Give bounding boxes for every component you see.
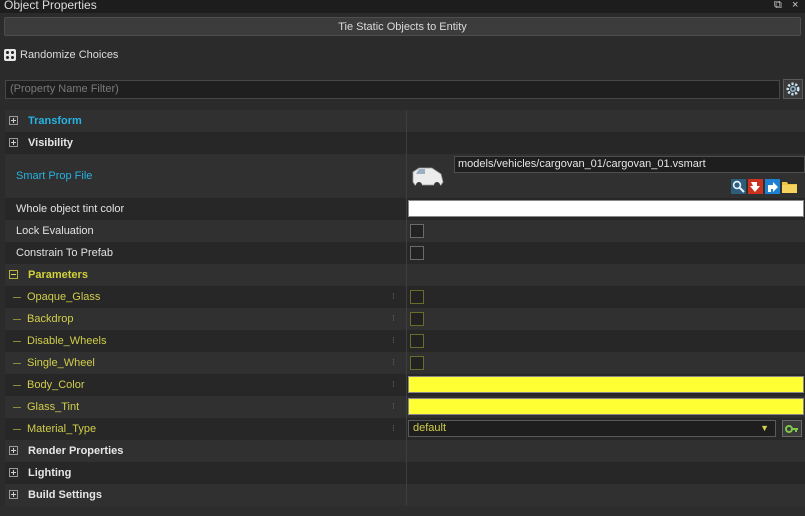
category-label: Parameters xyxy=(28,269,88,281)
category-transform[interactable]: Transform xyxy=(5,110,805,132)
param-row-glass-tint: Glass_Tint ⁝ xyxy=(5,396,805,418)
constrain-prefab-checkbox[interactable] xyxy=(410,246,424,260)
param-label: Backdrop xyxy=(27,313,74,325)
category-label: Transform xyxy=(28,115,82,127)
smart-prop-file-field[interactable]: models/vehicles/cargovan_01/cargovan_01.… xyxy=(454,156,805,173)
property-label: Smart Prop File xyxy=(16,170,93,182)
folder-icon[interactable] xyxy=(782,179,797,194)
param-label: Body_Color xyxy=(27,379,85,391)
param-label: Glass_Tint xyxy=(27,401,80,413)
import-icon[interactable] xyxy=(748,179,763,194)
material-type-value: default xyxy=(413,422,447,434)
dice-icon xyxy=(4,49,16,61)
category-visibility[interactable]: Visibility xyxy=(5,132,805,154)
link-icon[interactable]: ⁝ xyxy=(392,313,397,324)
bottom-strip xyxy=(0,506,805,516)
param-label: Disable_Wheels xyxy=(27,335,107,347)
category-lighting[interactable]: Lighting xyxy=(5,462,805,484)
opaque-glass-checkbox[interactable] xyxy=(410,290,424,304)
vehicle-preview-icon xyxy=(412,167,444,188)
close-icon[interactable]: × xyxy=(792,0,798,12)
glass-tint-swatch[interactable] xyxy=(408,398,804,415)
category-label: Render Properties xyxy=(28,445,124,457)
category-parameters[interactable]: Parameters xyxy=(5,264,805,286)
param-label: Material_Type xyxy=(27,423,97,435)
tree-branch xyxy=(13,297,21,298)
tree-branch xyxy=(13,319,21,320)
link-icon[interactable]: ⁝ xyxy=(392,357,397,368)
tree-branch xyxy=(13,363,21,364)
column-divider[interactable] xyxy=(406,110,407,506)
window-titlebar: Object Properties ⧉ × xyxy=(0,0,805,13)
property-row-constrain-prefab: Constrain To Prefab xyxy=(5,242,805,264)
tree-branch xyxy=(13,407,21,408)
chevron-down-icon: ▼ xyxy=(760,423,769,433)
param-row-opaque-glass: Opaque_Glass ⁝ xyxy=(5,286,805,308)
param-row-single-wheel: Single_Wheel ⁝ xyxy=(5,352,805,374)
export-icon[interactable] xyxy=(765,179,780,194)
param-row-disable-wheels: Disable_Wheels ⁝ xyxy=(5,330,805,352)
param-label: Single_Wheel xyxy=(27,357,95,369)
link-icon[interactable]: ⁝ xyxy=(392,335,397,346)
expand-icon[interactable] xyxy=(9,138,18,147)
disable-wheels-checkbox[interactable] xyxy=(410,334,424,348)
property-label: Constrain To Prefab xyxy=(16,247,114,259)
tree-branch xyxy=(13,385,21,386)
tint-color-swatch[interactable] xyxy=(408,200,804,217)
category-label: Lighting xyxy=(28,467,72,479)
link-icon[interactable]: ⁝ xyxy=(392,379,397,390)
expand-icon[interactable] xyxy=(9,490,18,499)
search-icon[interactable] xyxy=(731,179,746,194)
category-label: Visibility xyxy=(28,137,74,149)
material-type-select[interactable]: default ▼ xyxy=(408,420,776,437)
collapse-icon[interactable] xyxy=(9,270,18,279)
lock-evaluation-checkbox[interactable] xyxy=(410,224,424,238)
param-label: Opaque_Glass xyxy=(27,291,101,303)
link-icon[interactable]: ⁝ xyxy=(392,291,397,302)
param-row-backdrop: Backdrop ⁝ xyxy=(5,308,805,330)
category-render-properties[interactable]: Render Properties xyxy=(5,440,805,462)
restore-icon[interactable]: ⧉ xyxy=(774,0,782,12)
property-row-lock-evaluation: Lock Evaluation xyxy=(5,220,805,242)
backdrop-checkbox[interactable] xyxy=(410,312,424,326)
randomize-choices-label: Randomize Choices xyxy=(20,49,119,61)
tree-branch xyxy=(13,341,21,342)
param-row-body-color: Body_Color ⁝ xyxy=(5,374,805,396)
category-label: Build Settings xyxy=(28,489,102,501)
link-icon[interactable]: ⁝ xyxy=(392,423,397,434)
expand-icon[interactable] xyxy=(9,446,18,455)
property-label: Lock Evaluation xyxy=(16,225,94,237)
body-color-swatch[interactable] xyxy=(408,376,804,393)
category-build-settings[interactable]: Build Settings xyxy=(5,484,805,506)
gear-icon[interactable] xyxy=(783,79,803,99)
property-row-tint: Whole object tint color xyxy=(5,198,805,220)
param-row-material-type: Material_Type ⁝ default ▼ xyxy=(5,418,805,440)
property-name-filter-input[interactable]: (Property Name Filter) xyxy=(5,80,780,99)
tree-branch xyxy=(13,429,21,430)
expand-icon[interactable] xyxy=(9,468,18,477)
window-title: Object Properties xyxy=(4,0,97,12)
single-wheel-checkbox[interactable] xyxy=(410,356,424,370)
property-label: Whole object tint color xyxy=(16,203,125,215)
smart-prop-file-row: Smart Prop File models/vehicles/cargovan… xyxy=(5,154,805,198)
expand-icon[interactable] xyxy=(9,116,18,125)
link-icon[interactable]: ⁝ xyxy=(392,401,397,412)
key-icon[interactable] xyxy=(782,420,802,437)
randomize-choices-button[interactable]: Randomize Choices xyxy=(4,45,118,65)
tie-static-objects-button[interactable]: Tie Static Objects to Entity xyxy=(4,17,801,36)
